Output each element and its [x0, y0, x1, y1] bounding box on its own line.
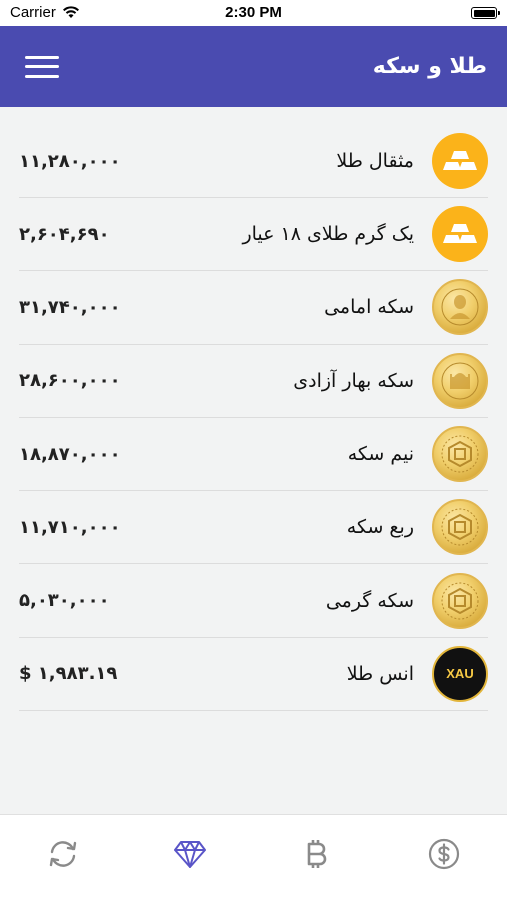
list-item[interactable]: ۱۱,۷۱۰,۰۰۰ ربع سکه — [19, 491, 488, 565]
item-price: ۲۸,۶۰۰,۰۰۰ — [19, 370, 121, 392]
item-name: نیم سکه — [347, 443, 414, 466]
bitcoin-icon — [307, 839, 327, 868]
gram-coin-icon — [432, 572, 488, 629]
status-time: 2:30 PM — [225, 4, 282, 21]
item-name: مثقال طلا — [336, 150, 414, 172]
item-price: $ ۱,۹۸۳.۱۹ — [19, 663, 118, 685]
xau-badge: XAU — [446, 666, 474, 682]
item-price: ۳۱,۷۴۰,۰۰۰ — [19, 296, 121, 318]
battery-icon — [471, 7, 500, 19]
xau-icon: XAU — [432, 645, 488, 702]
quarter-coin-icon — [432, 499, 488, 556]
list-item[interactable]: ۱۱,۲۸۰,۰۰۰ مثقال طلا — [19, 125, 488, 198]
list-item[interactable]: ۲,۶۰۴,۶۹۰ یک گرم طلای ۱۸ عیار — [19, 198, 488, 272]
price-list: ۱۱,۲۸۰,۰۰۰ مثقال طلا ۲,۶۰۴,۶۹۰ یک گرم طل… — [0, 125, 507, 712]
item-price: ۱۱,۲۸۰,۰۰۰ — [19, 150, 121, 172]
dollar-icon — [428, 838, 459, 869]
half-coin-icon — [432, 426, 488, 483]
emami-coin-icon — [432, 279, 488, 336]
item-price: ۵,۰۳۰,۰۰۰ — [19, 590, 110, 612]
exchange-icon — [50, 840, 77, 867]
gold-bars-icon — [432, 133, 488, 189]
item-price: ۱۸,۸۷۰,۰۰۰ — [19, 443, 121, 465]
gold-bars-icon — [432, 206, 488, 263]
status-bar: Carrier 2:30 PM — [0, 0, 507, 26]
list-item[interactable]: ۵,۰۳۰,۰۰۰ سکه گرمی — [19, 564, 488, 638]
page-title: طلا و سکه — [372, 54, 487, 79]
item-name: سکه گرمی — [325, 589, 414, 612]
item-name: سکه بهار آزادی — [293, 369, 414, 392]
list-item[interactable]: ۲۸,۶۰۰,۰۰۰ سکه بهار آزادی — [19, 345, 488, 418]
item-price: ۲,۶۰۴,۶۹۰ — [19, 223, 110, 245]
hamburger-menu-icon[interactable] — [25, 54, 59, 80]
list-item[interactable]: $ ۱,۹۸۳.۱۹ انس طلا XAU — [19, 638, 488, 712]
item-name: یک گرم طلای ۱۸ عیار — [242, 223, 414, 246]
item-price: ۱۱,۷۱۰,۰۰۰ — [19, 516, 121, 538]
item-name: سکه امامی — [324, 296, 414, 319]
header-bar: طلا و سکه — [0, 26, 507, 107]
list-item[interactable]: ۱۸,۸۷۰,۰۰۰ نیم سکه — [19, 418, 488, 492]
item-name: ربع سکه — [346, 516, 414, 539]
tab-exchange[interactable] — [33, 829, 93, 879]
tab-currency[interactable] — [414, 829, 474, 879]
item-name: انس طلا — [346, 662, 414, 685]
tab-gold[interactable] — [160, 829, 220, 879]
bahar-azadi-coin-icon — [432, 352, 488, 409]
tab-bar — [0, 814, 507, 900]
diamond-icon — [174, 840, 207, 868]
list-item[interactable]: ۳۱,۷۴۰,۰۰۰ سکه امامی — [19, 271, 488, 345]
tab-crypto[interactable] — [287, 829, 347, 879]
